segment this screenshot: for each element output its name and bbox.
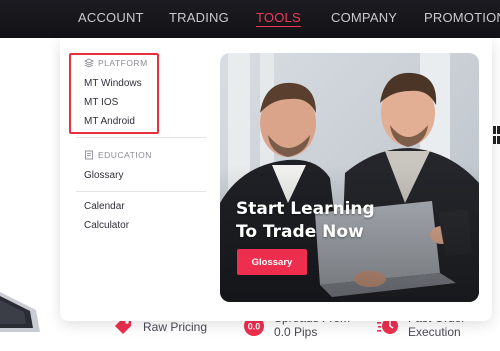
link-glossary[interactable]: Glossary	[84, 170, 123, 181]
nav-company[interactable]: COMPANY	[331, 10, 397, 25]
promo-card[interactable]: Start Learning To Trade Now Glossary	[220, 53, 479, 302]
link-calculator[interactable]: Calculator	[84, 220, 129, 231]
link-mt-android[interactable]: MT Android	[84, 116, 135, 127]
education-section-heading: EDUCATION	[84, 150, 152, 160]
layers-icon	[84, 58, 94, 68]
tools-dropdown-menu: PLATFORM MT Windows MT IOS MT Android ED…	[60, 38, 492, 321]
divider	[76, 191, 206, 192]
nav-promotion[interactable]: PROMOTION	[424, 10, 500, 25]
book-icon	[85, 150, 93, 160]
nav-trading[interactable]: TRADING	[169, 10, 229, 25]
laptop-image	[0, 292, 40, 332]
platform-section-heading: PLATFORM	[84, 58, 148, 68]
link-calendar[interactable]: Calendar	[84, 201, 125, 212]
section-title: PLATFORM	[98, 58, 148, 68]
divider	[76, 137, 206, 138]
promo-glossary-button[interactable]: Glossary	[237, 249, 307, 275]
feature-label: Raw Pricing	[143, 320, 208, 334]
link-mt-windows[interactable]: MT Windows	[84, 78, 142, 89]
link-mt-ios[interactable]: MT IOS	[84, 97, 118, 108]
section-title: EDUCATION	[98, 150, 152, 160]
nav-account[interactable]: ACCOUNT	[78, 10, 144, 25]
svg-text:0.0: 0.0	[248, 322, 261, 332]
windows-icon	[493, 126, 500, 144]
top-navigation-bar: ACCOUNT TRADING TOOLS COMPANY PROMOTION	[0, 0, 500, 38]
nav-tools[interactable]: TOOLS	[256, 10, 301, 27]
promo-title: Start Learning To Trade Now	[236, 199, 375, 242]
